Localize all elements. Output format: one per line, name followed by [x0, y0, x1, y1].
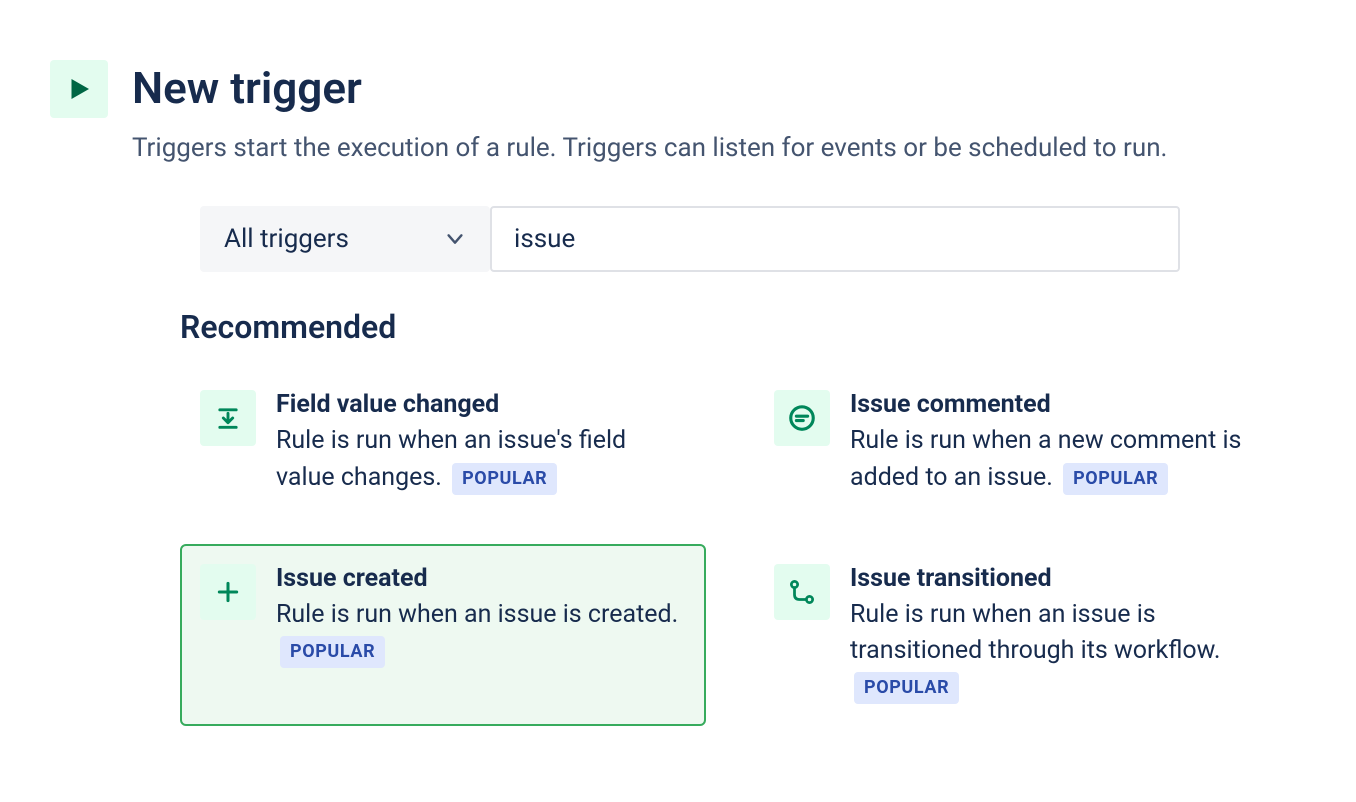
comment-icon: [787, 403, 817, 433]
card-title: Issue commented: [850, 390, 1260, 419]
field-value-changed-icon: [214, 404, 242, 432]
card-title: Field value changed: [276, 390, 686, 419]
trigger-play-icon-box: [50, 60, 108, 118]
trigger-card-issue-created[interactable]: Issue created Rule is run when an issue …: [180, 544, 706, 726]
card-title: Issue created: [276, 564, 686, 593]
card-description: Rule is run when an issue is created. PO…: [276, 597, 686, 670]
page-description: Triggers start the execution of a rule. …: [132, 130, 1306, 166]
popular-badge: POPULAR: [280, 636, 385, 668]
card-icon-box: [774, 390, 830, 446]
trigger-cards-grid: Field value changed Rule is run when an …: [180, 370, 1280, 725]
play-icon: [64, 74, 94, 104]
popular-badge: POPULAR: [1063, 463, 1168, 495]
dropdown-label: All triggers: [224, 224, 349, 254]
page-title: New trigger: [132, 60, 362, 112]
popular-badge: POPULAR: [452, 463, 557, 495]
trigger-search-input[interactable]: [490, 206, 1180, 272]
popular-badge: POPULAR: [854, 672, 959, 704]
chevron-down-icon: [444, 228, 466, 250]
triggers-filter-dropdown[interactable]: All triggers: [200, 206, 490, 272]
recommended-heading: Recommended: [180, 308, 1306, 346]
workflow-icon: [787, 577, 817, 607]
card-icon-box: [774, 564, 830, 620]
card-icon-box: [200, 390, 256, 446]
card-description: Rule is run when an issue's field value …: [276, 423, 686, 496]
card-icon-box: [200, 564, 256, 620]
card-title: Issue transitioned: [850, 564, 1260, 593]
trigger-card-issue-transitioned[interactable]: Issue transitioned Rule is run when an i…: [754, 544, 1280, 726]
card-description: Rule is run when an issue is transitione…: [850, 597, 1260, 706]
plus-icon: [215, 579, 241, 605]
card-description: Rule is run when a new comment is added …: [850, 423, 1260, 496]
trigger-card-issue-commented[interactable]: Issue commented Rule is run when a new c…: [754, 370, 1280, 516]
trigger-card-field-value-changed[interactable]: Field value changed Rule is run when an …: [180, 370, 706, 516]
